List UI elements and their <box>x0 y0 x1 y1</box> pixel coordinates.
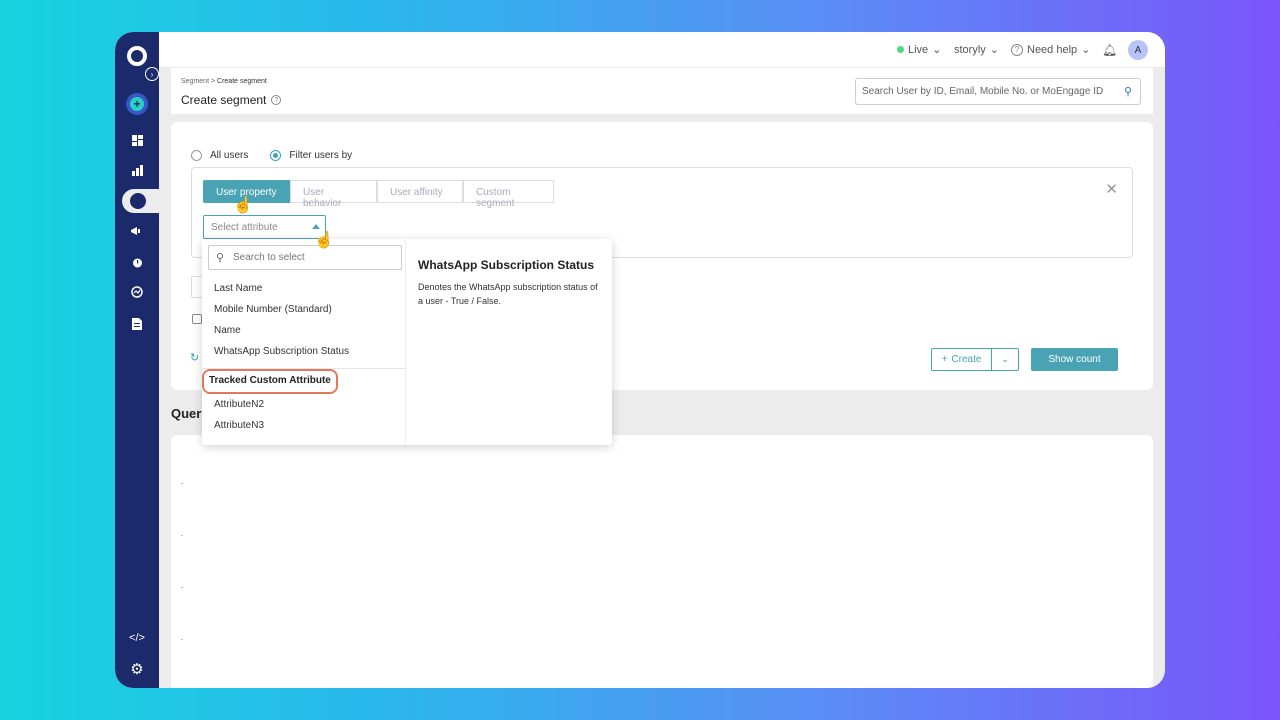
attribute-select-placeholder: Select attribute <box>211 222 278 233</box>
chevron-right-icon[interactable]: › <box>145 67 159 81</box>
app-window: › + </> ⚙ Live ⌄ storyly ⌄ ? Need help ⌄… <box>115 32 1165 688</box>
chevron-down-icon: ⌄ <box>1081 44 1091 56</box>
logo <box>127 46 147 66</box>
attribute-search-input[interactable]: ⚲ Search to select <box>208 245 402 270</box>
help-label: Need help <box>1027 43 1078 56</box>
page-title: Create segment ? <box>181 93 282 107</box>
list-item[interactable]: AttributeN3 <box>214 420 264 431</box>
attribute-select[interactable]: Select attribute <box>203 215 326 239</box>
analytics-icon[interactable] <box>128 283 146 301</box>
sidebar: › + </> ⚙ <box>115 32 159 688</box>
tab-user-behavior[interactable]: User behavior <box>290 180 377 209</box>
cursor-hand-icon: ☝ <box>233 197 253 214</box>
page-header: Segment > Create segment Create segment … <box>171 68 1153 114</box>
radio-filter-users-label[interactable]: Filter users by <box>289 150 352 161</box>
breadcrumb-current: Create segment <box>217 78 267 85</box>
list-item[interactable]: AttributeN2 <box>214 399 264 410</box>
cursor-hand-icon: ☝ <box>314 232 334 249</box>
radio-all-users-label[interactable]: All users <box>210 150 248 161</box>
placeholder-mark <box>181 535 183 536</box>
env-label: Live <box>908 43 929 56</box>
chevron-down-icon: ⌄ <box>1001 354 1009 364</box>
chevron-down-icon: ⌄ <box>932 44 942 56</box>
close-icon[interactable]: ✕ <box>1105 180 1118 198</box>
workspace-label: storyly <box>954 43 986 56</box>
list-item[interactable]: Last Name <box>214 283 262 294</box>
radio-filter-users[interactable] <box>270 150 282 161</box>
plus-icon: + <box>941 354 948 365</box>
group-header-tracked-custom: Tracked Custom Attribute <box>202 369 338 394</box>
pie-chart-icon[interactable] <box>122 189 159 213</box>
placeholder-mark <box>181 639 183 640</box>
attribute-list: ⚲ Search to select Last Name Mobile Numb… <box>202 239 406 445</box>
dashboard-icon[interactable] <box>128 131 146 149</box>
query-card <box>171 435 1153 688</box>
timer-icon[interactable] <box>128 253 146 271</box>
attribute-search-placeholder: Search to select <box>233 252 305 263</box>
gear-icon[interactable]: ⚙ <box>128 660 146 678</box>
avatar[interactable]: A <box>1128 40 1148 60</box>
placeholder-mark <box>181 483 183 484</box>
megaphone-icon[interactable] <box>128 222 146 240</box>
document-icon[interactable] <box>128 315 146 333</box>
breadcrumb: Segment > Create segment <box>181 78 267 85</box>
live-status-dot <box>897 46 904 53</box>
user-search-input[interactable]: Search User by ID, Email, Mobile No. or … <box>855 78 1141 105</box>
create-dropdown-button[interactable]: ⌄ <box>992 349 1018 370</box>
checkbox[interactable] <box>192 314 202 324</box>
radio-all-users[interactable] <box>191 150 202 161</box>
page-title-text: Create segment <box>181 93 267 107</box>
search-icon: ⚲ <box>216 252 225 264</box>
list-item[interactable]: Mobile Number (Standard) <box>214 304 332 315</box>
help-icon: ? <box>1011 43 1023 56</box>
show-count-button[interactable]: Show count <box>1031 348 1118 371</box>
breadcrumb-separator: > <box>210 78 216 85</box>
attribute-detail-description: Denotes the WhatsApp subscription status… <box>418 282 598 306</box>
help-menu[interactable]: ? Need help ⌄ <box>1011 43 1090 56</box>
attribute-dropdown: ⚲ Search to select Last Name Mobile Numb… <box>202 239 612 445</box>
create-label: Create <box>951 354 982 365</box>
filter-tabs: User property User behavior User affinit… <box>203 180 554 209</box>
chevron-down-icon: ⌄ <box>989 44 999 56</box>
tab-user-affinity[interactable]: User affinity <box>377 180 463 203</box>
topbar: Live ⌄ storyly ⌄ ? Need help ⌄ 🔔︎ A <box>159 32 1165 68</box>
list-item[interactable]: WhatsApp Subscription Status <box>214 346 349 357</box>
code-icon[interactable]: </> <box>128 629 146 647</box>
breadcrumb-root[interactable]: Segment <box>181 78 209 85</box>
search-icon[interactable]: ⚲ <box>1124 85 1132 98</box>
plus-icon[interactable]: + <box>126 93 148 115</box>
user-scope-options: All users Filter users by <box>191 150 352 161</box>
tab-custom-segment[interactable]: Custom segment <box>463 180 554 209</box>
workspace-selector[interactable]: storyly ⌄ <box>954 43 999 57</box>
caret-up-icon <box>312 224 320 229</box>
bell-icon[interactable]: 🔔︎ <box>1102 43 1117 57</box>
attribute-detail-title: WhatsApp Subscription Status <box>418 258 595 272</box>
list-item[interactable]: Name <box>214 325 241 336</box>
search-placeholder: Search User by ID, Email, Mobile No. or … <box>862 86 1104 97</box>
create-button[interactable]: + Create <box>932 349 992 370</box>
create-button-group: + Create ⌄ <box>931 348 1019 371</box>
bar-chart-icon[interactable] <box>128 161 146 179</box>
refresh-icon[interactable]: ↻ <box>190 351 199 364</box>
placeholder-mark <box>181 587 183 588</box>
help-icon[interactable]: ? <box>271 95 282 105</box>
env-selector[interactable]: Live ⌄ <box>897 43 941 56</box>
